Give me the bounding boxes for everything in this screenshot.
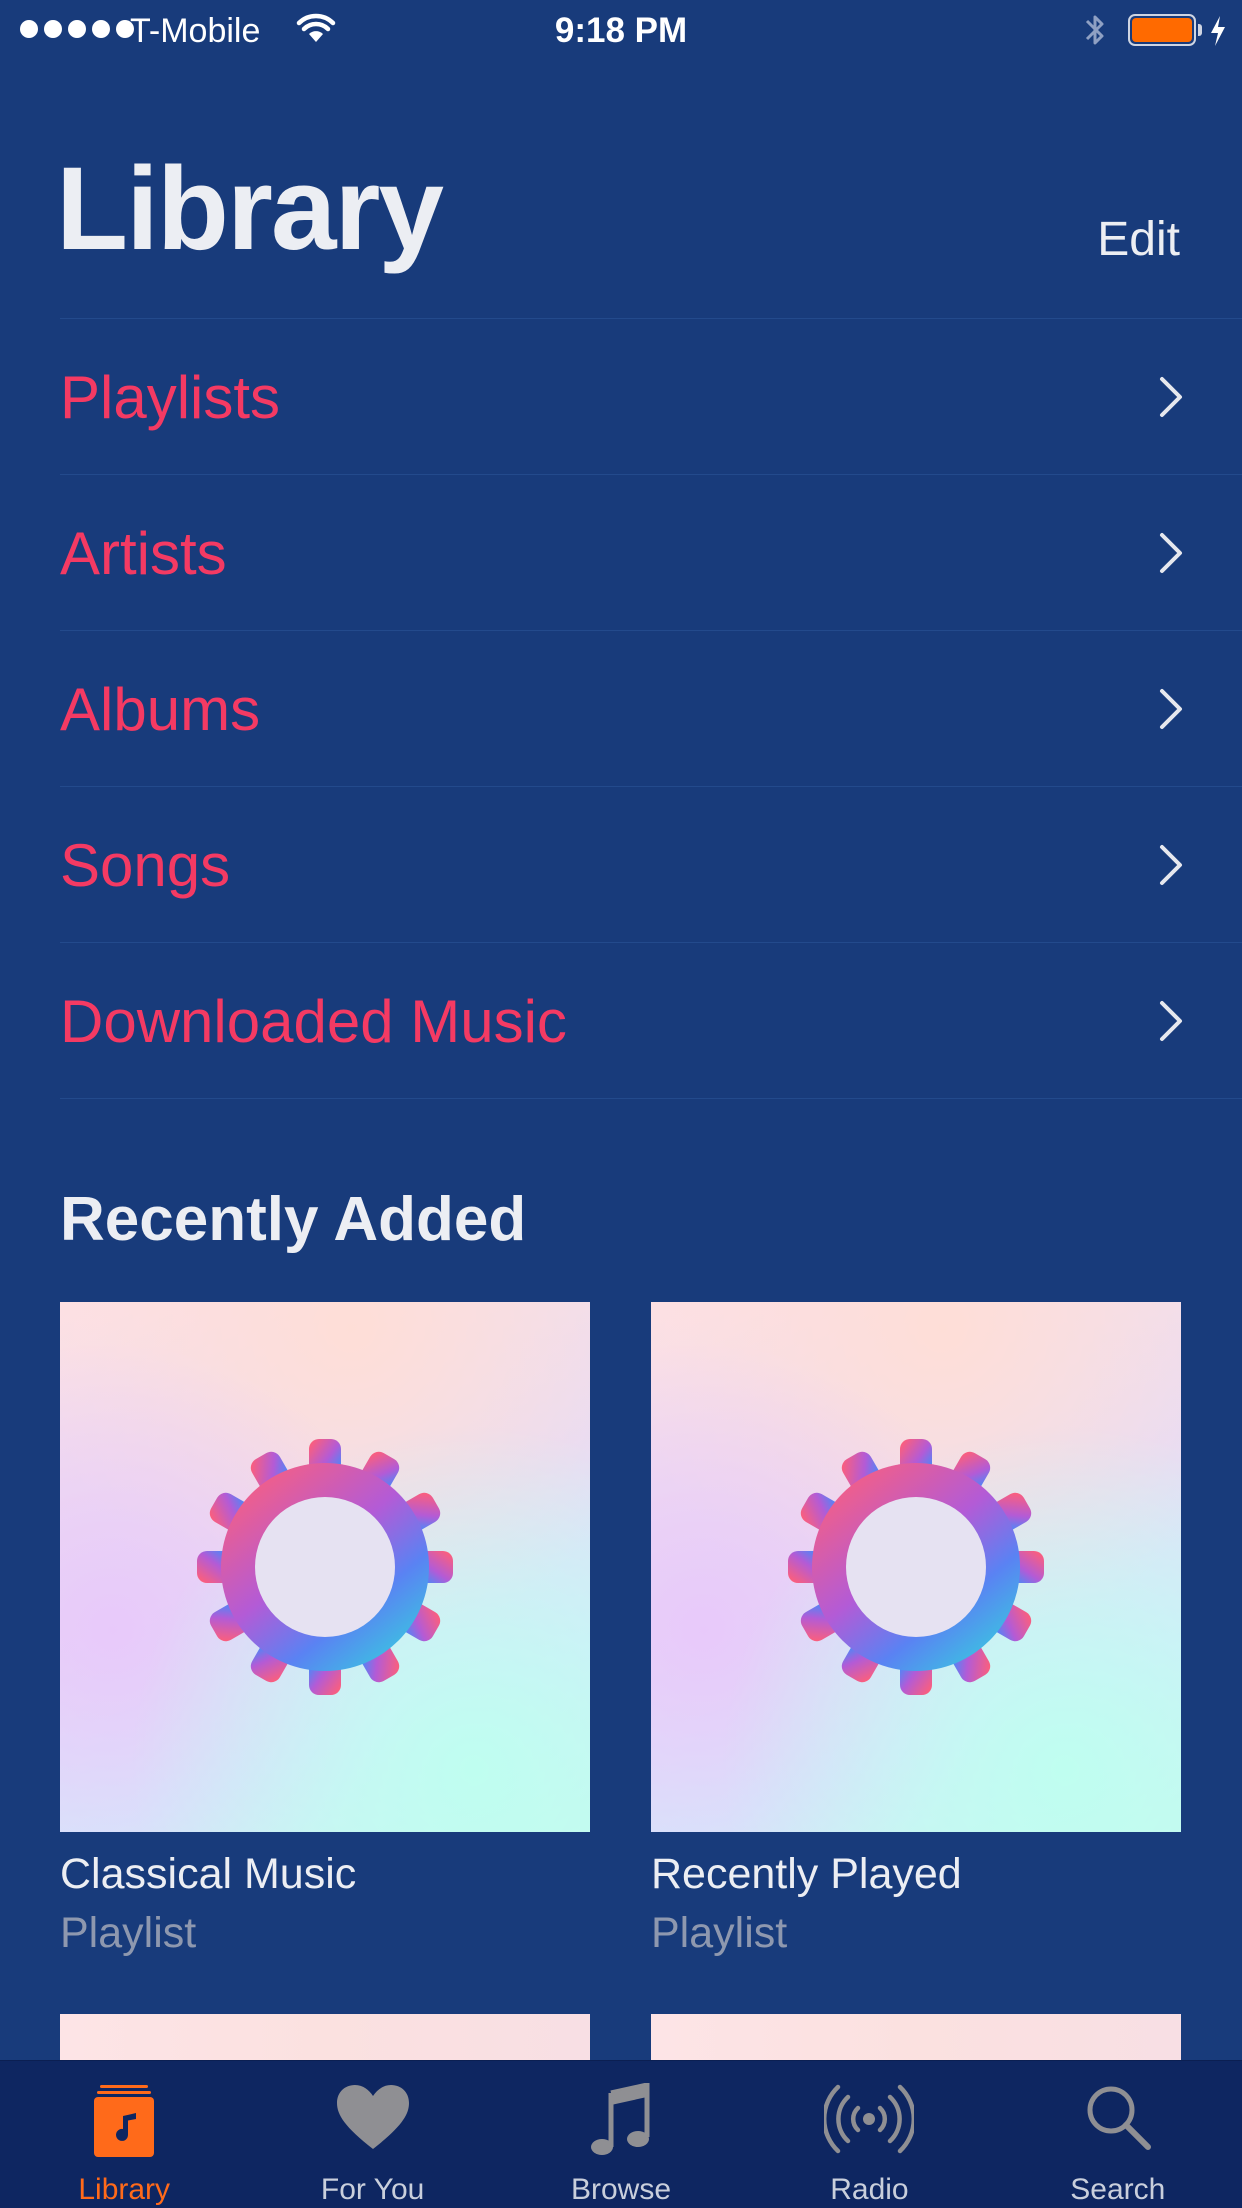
library-item-label: Playlists bbox=[60, 364, 281, 431]
tab-for-you[interactable]: For You bbox=[248, 2061, 496, 2208]
charging-bolt-icon bbox=[1208, 14, 1228, 53]
playlist-title: Recently Played bbox=[651, 1850, 962, 1898]
tab-browse[interactable]: Browse bbox=[497, 2061, 745, 2208]
status-time: 9:18 PM bbox=[554, 11, 688, 50]
bluetooth-icon bbox=[1080, 10, 1110, 55]
library-item-label: Albums bbox=[60, 676, 261, 743]
chevron-right-icon bbox=[1160, 1001, 1182, 1041]
tab-search[interactable]: Search bbox=[994, 2061, 1242, 2208]
recent-item-recently-played[interactable]: Recently Played Playlist bbox=[651, 1302, 1181, 1958]
music-note-icon bbox=[591, 2083, 650, 2155]
chevron-right-icon bbox=[1160, 845, 1182, 885]
search-icon bbox=[1087, 2086, 1151, 2150]
tab-label: Library bbox=[78, 2173, 171, 2206]
library-item-artists[interactable]: Artists bbox=[60, 475, 1242, 631]
battery-level bbox=[1132, 18, 1192, 42]
radio-icon bbox=[824, 2084, 915, 2154]
library-item-downloaded-music[interactable]: Downloaded Music bbox=[60, 943, 1242, 1099]
tab-bar: Library For You Browse Radio Search bbox=[0, 2060, 1242, 2208]
gear-icon bbox=[788, 1439, 1044, 1695]
playlist-subtitle: Playlist bbox=[60, 1909, 197, 1957]
heart-icon bbox=[336, 2085, 409, 2149]
library-item-playlists[interactable]: Playlists bbox=[60, 319, 1242, 475]
chevron-right-icon bbox=[1160, 377, 1182, 417]
library-item-label: Downloaded Music bbox=[60, 988, 567, 1055]
tab-label: Radio bbox=[830, 2173, 909, 2206]
chevron-right-icon bbox=[1160, 533, 1182, 573]
tab-label: Search bbox=[1070, 2173, 1166, 2206]
battery-cap bbox=[1198, 24, 1202, 36]
status-bar: T-Mobile 9:18 PM bbox=[0, 0, 1242, 60]
chevron-right-icon bbox=[1160, 689, 1182, 729]
library-item-label: Songs bbox=[60, 832, 231, 899]
recent-item-classical-music[interactable]: Classical Music Playlist bbox=[60, 1302, 590, 1958]
playlist-title: Classical Music bbox=[60, 1850, 357, 1898]
library-item-songs[interactable]: Songs bbox=[60, 787, 1242, 943]
tab-label: For You bbox=[320, 2173, 425, 2206]
playlist-subtitle: Playlist bbox=[651, 1909, 788, 1957]
library-item-albums[interactable]: Albums bbox=[60, 631, 1242, 787]
library-icon bbox=[94, 2085, 155, 2157]
battery-icon bbox=[1128, 14, 1196, 46]
library-item-label: Artists bbox=[60, 520, 227, 587]
playlist-artwork[interactable] bbox=[651, 1302, 1181, 1832]
playlist-artwork[interactable] bbox=[60, 1302, 590, 1832]
screen: T-Mobile 9:18 PM Library Edit Playlists … bbox=[0, 0, 1242, 2208]
tab-radio[interactable]: Radio bbox=[745, 2061, 993, 2208]
section-title-recently-added: Recently Added bbox=[60, 1185, 527, 1254]
page-title: Library bbox=[56, 143, 444, 275]
tab-label: Browse bbox=[570, 2173, 672, 2206]
edit-button[interactable]: Edit bbox=[1097, 212, 1180, 267]
gear-icon bbox=[197, 1439, 453, 1695]
library-list: Playlists Artists Albums Songs Downloade… bbox=[60, 318, 1242, 1099]
tab-library[interactable]: Library bbox=[0, 2061, 248, 2208]
